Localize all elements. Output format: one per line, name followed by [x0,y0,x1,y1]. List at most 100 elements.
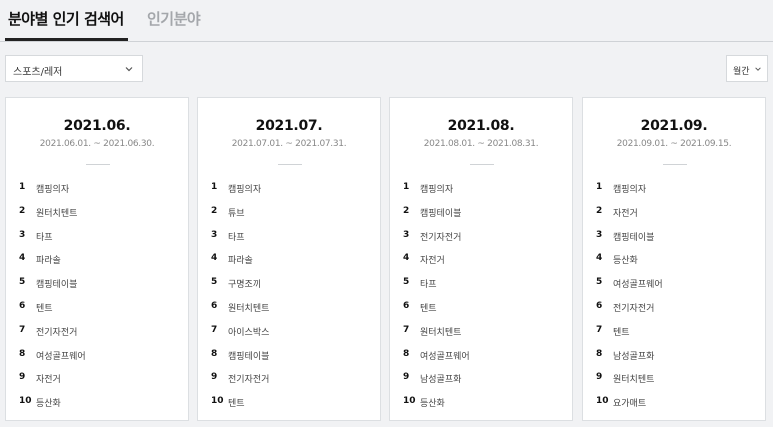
rank-keyword: 남성골프화 [613,351,655,362]
rank-list: 1 캠핑의자 2 튜브 3 타프 4 파라솔 5 구명조끼 6 원터치텐트 7 아이스박스 8… [198,178,380,416]
card-date-range: 2021.07.01. ~ 2021.07.31. [231,139,347,149]
rank-keyword: 원터치텐트 [228,303,270,314]
rank-item[interactable]: 9 전기자전거 [198,368,380,392]
rank-item[interactable]: 3 캠핑테이블 [583,226,765,250]
rank-keyword: 등산화 [420,399,445,410]
rank-item[interactable]: 3 전기자전거 [390,226,572,250]
rank-keyword: 여성골프웨어 [36,351,86,362]
rank-item[interactable]: 6 텐트 [6,297,188,321]
rank-item[interactable]: 4 등산화 [583,249,765,273]
tab-popular-categories[interactable]: 인기분야 [147,8,201,29]
rank-item[interactable]: 10 등산화 [390,392,572,416]
chevron-down-icon [125,67,133,72]
rank-number: 4 [596,253,603,264]
rank-number: 2 [596,205,603,216]
rank-item[interactable]: 9 남성골프화 [390,368,572,392]
rank-number: 10 [403,396,416,407]
tab-category-keywords[interactable]: 분야별 인기 검색어 [8,8,124,29]
category-dropdown-label: 스포츠/레저 [13,67,63,78]
rank-keyword: 구명조끼 [228,280,262,291]
rank-keyword: 캠핑의자 [228,185,262,195]
rank-number: 6 [19,300,26,311]
chevron-down-icon [755,67,761,71]
rank-keyword: 전기자전거 [613,303,655,314]
rank-number: 8 [19,348,26,359]
rank-number: 6 [596,300,603,311]
rank-number: 2 [19,205,26,216]
rank-item[interactable]: 2 튜브 [198,202,380,226]
rank-keyword: 요가매트 [613,399,647,410]
rank-item[interactable]: 8 남성골프화 [583,345,765,369]
rank-item[interactable]: 3 타프 [198,226,380,250]
rank-number: 8 [596,348,603,359]
rank-keyword: 여성골프웨어 [613,280,663,291]
category-dropdown[interactable]: 스포츠/레저 [5,55,143,82]
rank-item[interactable]: 4 파라솔 [6,249,188,273]
rank-keyword: 타프 [36,232,53,243]
rank-item[interactable]: 7 텐트 [583,321,765,345]
rank-number: 6 [403,300,410,311]
rank-item[interactable]: 10 요가매트 [583,392,765,416]
rank-item[interactable]: 1 캠핑의자 [6,178,188,202]
rank-item[interactable]: 8 여성골프웨어 [390,345,572,369]
rank-keyword: 파라솔 [36,256,61,267]
rank-keyword: 텐트 [228,399,245,410]
rank-number: 10 [596,396,609,407]
period-dropdown-label: 월간 [733,67,750,77]
rank-keyword: 자전거 [36,375,61,386]
rank-number: 4 [403,253,410,264]
rank-item[interactable]: 8 캠핑테이블 [198,345,380,369]
rank-item[interactable]: 7 아이스박스 [198,321,380,345]
rank-item[interactable]: 2 캠핑테이블 [390,202,572,226]
rank-item[interactable]: 1 캠핑의자 [198,178,380,202]
rank-number: 5 [211,277,218,288]
rank-keyword: 아이스박스 [228,327,270,338]
rank-keyword: 전기자전거 [420,232,462,243]
rank-item[interactable]: 5 캠핑테이블 [6,273,188,297]
rank-keyword: 자전거 [420,256,445,267]
card-month: 2021.08. [447,118,515,134]
rank-item[interactable]: 3 타프 [6,226,188,250]
rank-number: 9 [211,372,218,383]
period-dropdown[interactable]: 월간 [726,55,768,82]
rank-item[interactable]: 4 자전거 [390,249,572,273]
rank-item[interactable]: 1 캠핑의자 [390,178,572,202]
rank-number: 4 [19,253,26,264]
rank-item[interactable]: 6 텐트 [390,297,572,321]
card-divider [86,164,110,165]
rank-number: 3 [211,229,218,240]
rank-keyword: 원터치텐트 [420,327,462,338]
rank-list: 1 캠핑의자 2 자전거 3 캠핑테이블 4 등산화 5 여성골프웨어 6 전기자전거 7텐… [583,178,765,416]
rank-item[interactable]: 7 원터치텐트 [390,321,572,345]
rank-number: 3 [19,229,26,240]
rank-number: 6 [211,300,218,311]
rank-item[interactable]: 10 텐트 [198,392,380,416]
rank-item[interactable]: 5 구명조끼 [198,273,380,297]
rank-keyword: 캠핑의자 [613,185,647,195]
rank-item[interactable]: 2 자전거 [583,202,765,226]
rank-keyword: 캠핑테이블 [36,280,78,291]
rank-number: 9 [403,372,410,383]
rank-item[interactable]: 6 원터치텐트 [198,297,380,321]
rank-item[interactable]: 7 전기자전거 [6,321,188,345]
rank-number: 9 [19,372,26,383]
rank-item[interactable]: 2 원터치텐트 [6,202,188,226]
rank-item[interactable]: 9 원터치텐트 [583,368,765,392]
rank-item[interactable]: 8 여성골프웨어 [6,345,188,369]
rank-keyword: 등산화 [613,256,638,267]
rank-item[interactable]: 10 등산화 [6,392,188,416]
card-divider [470,164,494,165]
card-divider [663,164,687,165]
rank-list: 1 캠핑의자 2 캠핑테이블 3 전기자전거 4 자전거 5 타프 6 텐트 7 원터치텐트 … [390,178,572,416]
rank-number: 1 [403,182,410,192]
rank-item[interactable]: 9 자전거 [6,368,188,392]
rank-item[interactable]: 5 여성골프웨어 [583,273,765,297]
rank-item[interactable]: 5 타프 [390,273,572,297]
rank-number: 8 [403,348,410,359]
rank-item[interactable]: 4 파라솔 [198,249,380,273]
ranking-card-2021-08: 2021.08. 2021.08.01. ~ 2021.08.31. 1 캠핑의자… [389,97,573,421]
rank-item[interactable]: 6 전기자전거 [583,297,765,321]
rank-keyword: 파라솔 [228,256,253,267]
rank-number: 7 [211,324,218,335]
rank-item[interactable]: 1 캠핑의자 [583,178,765,202]
